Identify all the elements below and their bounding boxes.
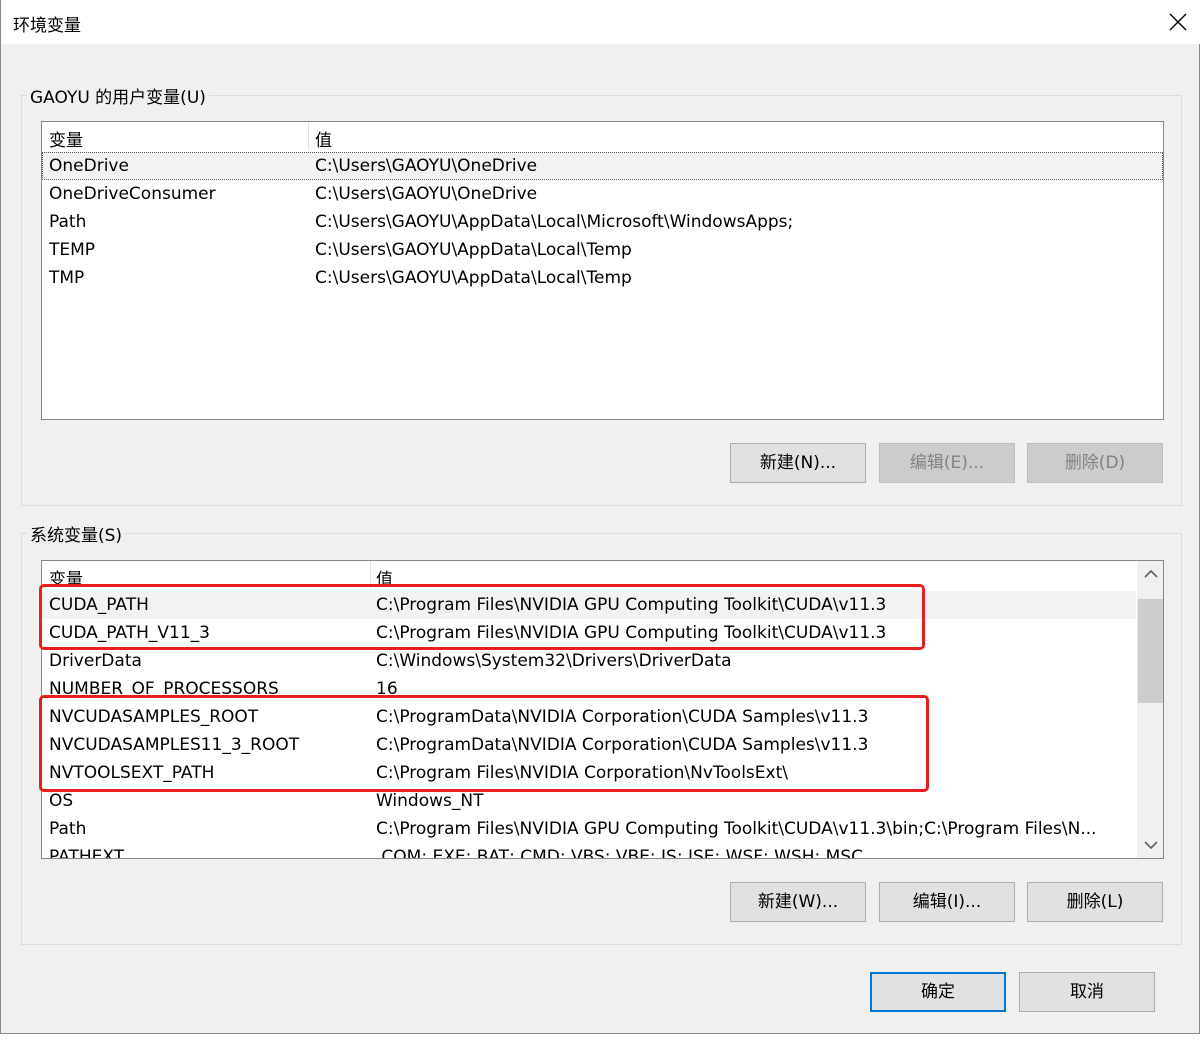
variable-name: TEMP bbox=[49, 240, 96, 260]
variable-name: CUDA_PATH bbox=[49, 595, 149, 615]
table-row[interactable]: Path C:\Users\GAOYU\AppData\Local\Microso… bbox=[42, 208, 1163, 236]
list-header: 变量 值 bbox=[42, 561, 1136, 590]
close-icon bbox=[1169, 13, 1187, 31]
variable-value: Windows_NT bbox=[376, 791, 484, 811]
variable-name: Path bbox=[49, 819, 87, 839]
variable-name: NVCUDASAMPLES11_3_ROOT bbox=[49, 735, 300, 755]
column-header-variable[interactable]: 变量 bbox=[49, 126, 83, 151]
table-row[interactable]: NVCUDASAMPLES11_3_ROOT C:\ProgramData\NVI… bbox=[42, 731, 1136, 759]
variable-value: C:\Users\GAOYU\AppData\Local\Microsoft\W… bbox=[315, 212, 794, 232]
user-delete-button[interactable]: 删除(D) bbox=[1027, 443, 1163, 483]
table-row[interactable]: CUDA_PATH_V11_3 C:\Program Files\NVIDIA G… bbox=[42, 619, 1136, 647]
variable-name: DriverData bbox=[49, 651, 142, 671]
variable-value: C:\Users\GAOYU\AppData\Local\Temp bbox=[315, 240, 632, 260]
variable-name: CUDA_PATH_V11_3 bbox=[49, 623, 210, 643]
variable-value: C:\ProgramData\NVIDIA Corporation\CUDA S… bbox=[376, 735, 869, 755]
variable-name: TMP bbox=[49, 268, 85, 288]
column-divider[interactable] bbox=[308, 122, 309, 150]
variable-value: .COM;.EXE;.BAT;.CMD;.VBS;.VBE;.JS;.JSE;.… bbox=[376, 847, 864, 859]
chevron-down-icon[interactable] bbox=[1144, 840, 1158, 850]
variable-value: C:\Program Files\NVIDIA Corporation\NvTo… bbox=[376, 763, 788, 783]
table-row[interactable]: PATHEXT .COM;.EXE;.BAT;.CMD;.VBS;.VBE;.JS… bbox=[42, 843, 1136, 859]
list-header: 变量 值 bbox=[42, 122, 1163, 151]
system-variables-list[interactable]: 变量 值 CUDA_PATH C:\Program Files\NVIDIA GP… bbox=[41, 560, 1164, 859]
system-new-button[interactable]: 新建(W)... bbox=[730, 882, 866, 922]
variable-value: C:\ProgramData\NVIDIA Corporation\CUDA S… bbox=[376, 707, 869, 727]
variable-name: OneDriveConsumer bbox=[49, 184, 216, 204]
variable-name: NVTOOLSEXT_PATH bbox=[49, 763, 215, 783]
table-row[interactable]: OneDriveConsumer C:\Users\GAOYU\OneDrive bbox=[42, 180, 1163, 208]
variable-name: NUMBER_OF_PROCESSORS bbox=[49, 679, 279, 699]
user-variables-label: GAOYU 的用户变量(U) bbox=[30, 88, 206, 108]
system-edit-button[interactable]: 编辑(I)... bbox=[879, 882, 1015, 922]
variable-name: NVCUDASAMPLES_ROOT bbox=[49, 707, 259, 727]
column-header-value[interactable]: 值 bbox=[376, 565, 393, 590]
table-row[interactable]: NUMBER_OF_PROCESSORS 16 bbox=[42, 675, 1136, 703]
table-row[interactable]: OS Windows_NT bbox=[42, 787, 1136, 815]
user-new-button[interactable]: 新建(N)... bbox=[730, 443, 866, 483]
variable-value: 16 bbox=[376, 679, 398, 699]
variable-name: OneDrive bbox=[49, 156, 129, 176]
user-edit-button[interactable]: 编辑(E)... bbox=[879, 443, 1015, 483]
vertical-scrollbar[interactable] bbox=[1137, 561, 1163, 858]
table-row[interactable]: TEMP C:\Users\GAOYU\AppData\Local\Temp bbox=[42, 236, 1163, 264]
environment-variables-dialog: 环境变量 GAOYU 的用户变量(U) 变量 值 OneDrive C:\User… bbox=[0, 0, 1201, 1034]
variable-name: PATHEXT bbox=[49, 847, 125, 859]
cancel-button[interactable]: 取消 bbox=[1019, 972, 1155, 1012]
title-bar: 环境变量 bbox=[1, 0, 1201, 44]
scrollbar-thumb[interactable] bbox=[1138, 599, 1163, 703]
variable-value: C:\Windows\System32\Drivers\DriverData bbox=[376, 651, 732, 671]
variable-value: C:\Users\GAOYU\OneDrive bbox=[315, 184, 538, 204]
user-variables-list[interactable]: 变量 值 OneDrive C:\Users\GAOYU\OneDrive OneD… bbox=[41, 121, 1164, 420]
close-button[interactable] bbox=[1155, 0, 1201, 44]
variable-value: C:\Users\GAOYU\AppData\Local\Temp bbox=[315, 268, 632, 288]
column-divider[interactable] bbox=[370, 561, 371, 589]
system-delete-button[interactable]: 删除(L) bbox=[1027, 882, 1163, 922]
system-variables-label: 系统变量(S) bbox=[30, 526, 123, 546]
variable-value: C:\Program Files\NVIDIA GPU Computing To… bbox=[376, 595, 887, 615]
ok-button[interactable]: 确定 bbox=[870, 972, 1006, 1012]
table-row[interactable]: NVTOOLSEXT_PATH C:\Program Files\NVIDIA C… bbox=[42, 759, 1136, 787]
window-title: 环境变量 bbox=[13, 16, 81, 36]
variable-value: C:\Program Files\NVIDIA GPU Computing To… bbox=[376, 819, 1097, 839]
table-row[interactable]: CUDA_PATH C:\Program Files\NVIDIA GPU Com… bbox=[42, 591, 1136, 619]
variable-name: OS bbox=[49, 791, 74, 811]
column-header-value[interactable]: 值 bbox=[315, 126, 332, 151]
table-row[interactable]: Path C:\Program Files\NVIDIA GPU Computin… bbox=[42, 815, 1136, 843]
table-row[interactable]: NVCUDASAMPLES_ROOT C:\ProgramData\NVIDIA … bbox=[42, 703, 1136, 731]
table-row[interactable]: OneDrive C:\Users\GAOYU\OneDrive bbox=[42, 152, 1163, 180]
chevron-up-icon[interactable] bbox=[1144, 569, 1158, 579]
variable-value: C:\Program Files\NVIDIA GPU Computing To… bbox=[376, 623, 887, 643]
variable-value: C:\Users\GAOYU\OneDrive bbox=[315, 156, 538, 176]
table-row[interactable]: TMP C:\Users\GAOYU\AppData\Local\Temp bbox=[42, 264, 1163, 292]
column-header-variable[interactable]: 变量 bbox=[49, 565, 83, 590]
table-row[interactable]: DriverData C:\Windows\System32\Drivers\Dr… bbox=[42, 647, 1136, 675]
variable-name: Path bbox=[49, 212, 87, 232]
